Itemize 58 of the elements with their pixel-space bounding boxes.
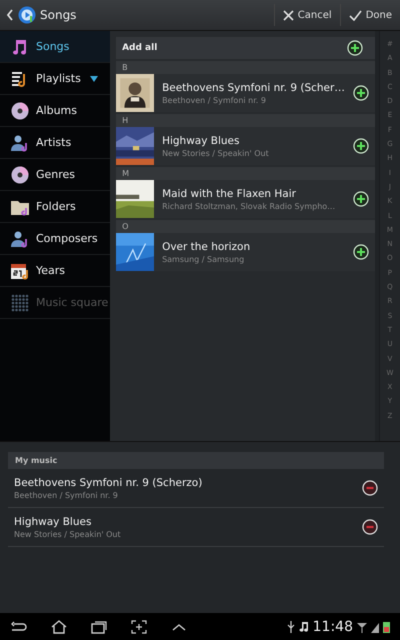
song-subtitle: Richard Stoltzman, Slovak Radio Sympho… <box>162 202 336 210</box>
home-icon[interactable] <box>50 620 68 634</box>
song-row[interactable]: Beethovens Symfoni nr. 9 (Scher… Beethoven / Symfoni nr. 9 <box>116 74 375 112</box>
signal-icon <box>371 621 379 633</box>
screen-title: Songs <box>40 8 78 22</box>
section-header: M <box>116 167 375 180</box>
app-logo-icon <box>18 6 36 24</box>
person-icon <box>10 132 30 152</box>
song-row[interactable]: Over the horizon Samsung / Samsung <box>116 233 375 271</box>
section-header: H <box>116 114 375 127</box>
checkmark-icon <box>348 10 362 20</box>
add-icon[interactable] <box>352 191 369 207</box>
back-icon[interactable] <box>6 9 14 21</box>
wifi-icon <box>357 621 367 633</box>
song-title: Highway Blues <box>162 134 240 146</box>
grid-icon <box>10 292 30 312</box>
sidebar-item[interactable]: Genres <box>0 159 110 191</box>
song-subtitle: New Stories / Speakin' Out <box>14 530 122 538</box>
song-subtitle: New Stories / Speakin' Out <box>162 148 270 158</box>
sidebar-item[interactable]: Years <box>0 255 110 287</box>
song-title: Beethovens Symfoni nr. 9 (Scherzo) <box>14 476 204 488</box>
song-subtitle: Beethoven / Symfoni nr. 9 <box>14 490 119 500</box>
remove-icon[interactable] <box>362 480 378 496</box>
person-icon <box>10 228 30 248</box>
song-row[interactable]: Highway Blues New Stories / Speakin' Out <box>8 508 384 547</box>
done-button[interactable]: Done <box>340 4 400 26</box>
song-row[interactable]: Maid with the Flaxen Hair Richard Stoltzman, Slovak Radio Sympho… <box>116 180 375 218</box>
song-title: Highway Blues <box>14 516 92 528</box>
section-header: My music <box>8 452 384 469</box>
song-title: Over the horizon <box>162 240 252 252</box>
close-icon <box>282 10 294 20</box>
sidebar-item[interactable]: Albums <box>0 95 110 127</box>
dropdown-caret-icon[interactable] <box>90 76 98 82</box>
song-row[interactable]: Beethovens Symfoni nr. 9 (Scherzo) Beethoven / Symfoni nr. 9 <box>8 469 384 508</box>
song-title: Beethovens Symfoni nr. 9 (Scher… <box>162 82 345 94</box>
add-icon[interactable] <box>346 40 363 56</box>
disc-icon <box>10 100 30 120</box>
music-note-icon <box>298 621 309 633</box>
usb-icon <box>286 621 295 633</box>
sidebar-item[interactable]: Songs <box>0 31 110 63</box>
section-header: B <box>116 61 375 74</box>
sidebar-item[interactable]: Folders <box>0 191 110 223</box>
section-header: O <box>116 220 375 233</box>
disc-icon <box>10 164 30 184</box>
add-icon[interactable] <box>352 138 369 154</box>
add-icon[interactable] <box>352 244 369 260</box>
song-title: Maid with the Flaxen Hair <box>162 188 297 200</box>
song-row[interactable]: Highway Blues New Stories / Speakin' Out <box>116 127 375 165</box>
screenshot-icon[interactable] <box>130 620 148 634</box>
add-icon[interactable] <box>352 85 369 101</box>
song-subtitle: Beethoven / Symfoni nr. 9 <box>162 96 267 104</box>
recent-apps-icon[interactable] <box>90 620 108 634</box>
battery-icon <box>383 621 390 633</box>
remove-icon[interactable] <box>362 519 378 535</box>
cancel-button[interactable]: Cancel <box>274 4 340 26</box>
add-all-row[interactable]: Add all <box>116 37 375 59</box>
clock-time: 11:48 <box>312 619 353 635</box>
song-subtitle: Samsung / Samsung <box>162 254 246 264</box>
